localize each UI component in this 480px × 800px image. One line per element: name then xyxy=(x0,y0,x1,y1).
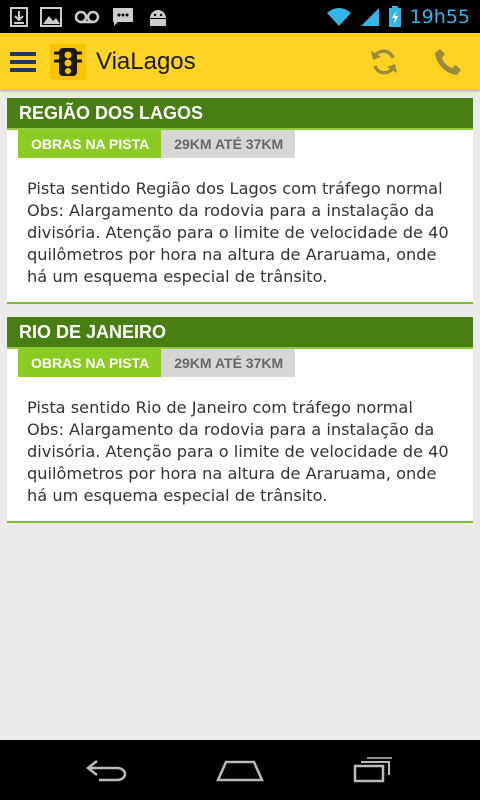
status-badge: OBRAS NA PISTA xyxy=(18,130,162,158)
card-tags: OBRAS NA PISTA 29KM ATÉ 37KM xyxy=(18,349,473,377)
card-description: Pista sentido Região dos Lagos com tráfe… xyxy=(27,179,449,286)
wifi-icon xyxy=(326,7,351,26)
app-bar: ViaLagos xyxy=(0,33,480,90)
recent-apps-icon xyxy=(354,757,393,783)
card-header: REGIÃO DOS LAGOS xyxy=(7,98,473,130)
app-logo[interactable] xyxy=(48,42,88,82)
refresh-icon xyxy=(371,48,397,75)
traffic-card[interactable]: REGIÃO DOS LAGOS OBRAS NA PISTA 29KM ATÉ… xyxy=(7,98,473,304)
refresh-button[interactable] xyxy=(352,33,416,90)
sms-icon xyxy=(113,7,133,26)
menu-button[interactable] xyxy=(0,33,46,90)
battery-charging-icon xyxy=(388,5,401,27)
back-icon xyxy=(85,760,126,782)
home-button[interactable] xyxy=(200,740,280,800)
menu-icon xyxy=(10,51,36,72)
phone-icon xyxy=(435,48,461,75)
traffic-light-logo-icon xyxy=(50,43,86,80)
km-range-badge: 29KM ATÉ 37KM xyxy=(161,349,296,377)
clock: 19h55 xyxy=(409,5,470,28)
card-description: Pista sentido Rio de Janeiro com tráfego… xyxy=(27,398,449,505)
voicemail-icon xyxy=(74,10,100,23)
km-range-badge: 29KM ATÉ 37KM xyxy=(161,130,296,158)
card-header: RIO DE JANEIRO xyxy=(7,317,473,349)
download-icon xyxy=(10,6,28,27)
app-title: ViaLagos xyxy=(96,47,196,75)
image-icon xyxy=(40,6,62,27)
status-badge: OBRAS NA PISTA xyxy=(18,349,162,377)
card-tags: OBRAS NA PISTA 29KM ATÉ 37KM xyxy=(18,130,473,158)
traffic-card[interactable]: RIO DE JANEIRO OBRAS NA PISTA 29KM ATÉ 3… xyxy=(7,317,473,523)
android-icon xyxy=(150,9,166,26)
home-icon xyxy=(216,760,264,782)
call-button[interactable] xyxy=(416,33,480,90)
recent-apps-button[interactable] xyxy=(333,740,413,800)
signal-icon xyxy=(360,7,379,26)
back-button[interactable] xyxy=(67,740,147,800)
status-bar: 19h55 xyxy=(0,0,480,33)
navigation-bar xyxy=(0,740,480,800)
